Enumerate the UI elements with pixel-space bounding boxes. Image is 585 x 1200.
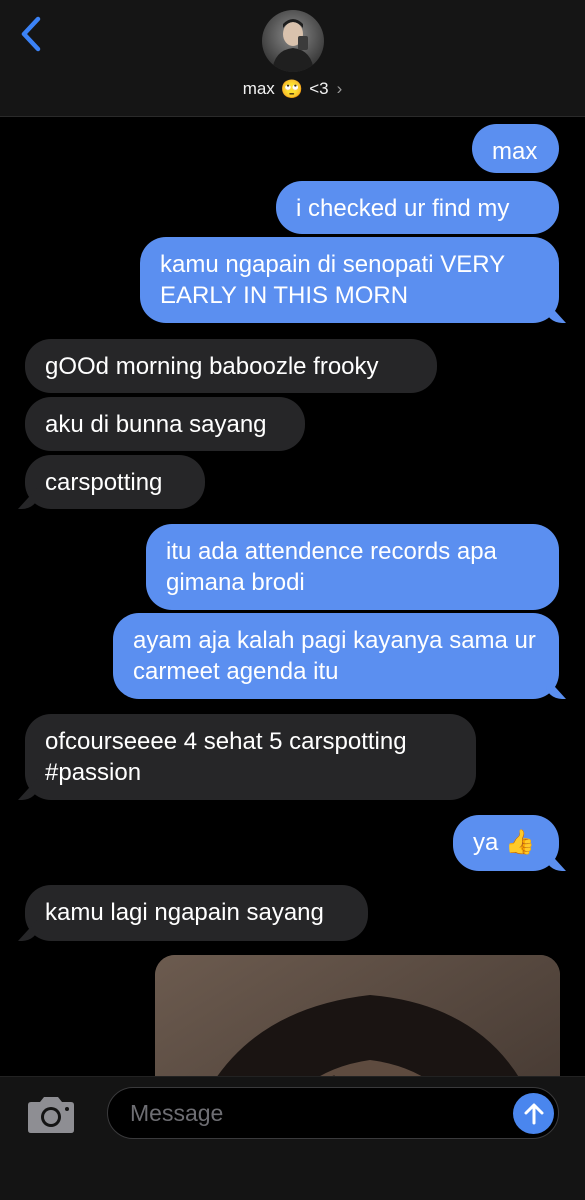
message-text: kamu ngapain di senopati VERY EARLY IN T…	[160, 251, 505, 309]
contact-name: max	[242, 79, 275, 98]
chevron-left-icon	[21, 16, 41, 52]
message-bubble-outgoing[interactable]: ya 👍	[453, 815, 559, 871]
message-bubble-outgoing[interactable]: kamu ngapain di senopati VERY EARLY IN T…	[140, 237, 559, 323]
message-text: ya 👍	[473, 829, 535, 856]
message-bubble-outgoing[interactable]: ayam aja kalah pagi kayanya sama ur carm…	[113, 613, 559, 699]
message-text: ofcourseeee 4 sehat 5 carspotting #passi…	[45, 728, 407, 786]
arrow-up-icon	[524, 1103, 543, 1124]
message-bubble-incoming[interactable]: ofcourseeee 4 sehat 5 carspotting #passi…	[25, 714, 476, 800]
back-button[interactable]	[16, 14, 46, 54]
contact-suffix: <3	[309, 79, 329, 98]
message-text: kamu lagi ngapain sayang	[45, 899, 324, 926]
message-input[interactable]: Message	[107, 1087, 559, 1139]
message-bubble-outgoing[interactable]: itu ada attendence records apa gimana br…	[146, 524, 559, 610]
message-bubble-incoming[interactable]: carspotting	[25, 455, 205, 509]
message-placeholder: Message	[130, 1099, 224, 1126]
contact-emoji: 🙄	[280, 78, 304, 99]
message-text: carspotting	[45, 469, 163, 496]
message-bubble-outgoing[interactable]: i checked ur find my	[276, 181, 559, 234]
camera-icon	[28, 1097, 74, 1133]
message-text: ayam aja kalah pagi kayanya sama ur carm…	[133, 627, 536, 685]
message-text: gOOd morning baboozle frooky	[45, 353, 379, 380]
message-text: i checked ur find my	[296, 195, 510, 222]
chevron-right-icon: ›	[336, 79, 343, 98]
message-bubble-outgoing[interactable]: max	[472, 124, 559, 173]
message-text: max	[492, 138, 538, 165]
message-input-bar: Message	[0, 1076, 585, 1200]
message-bubble-incoming[interactable]: gOOd morning baboozle frooky	[25, 339, 437, 393]
message-bubble-incoming[interactable]: kamu lagi ngapain sayang	[25, 885, 368, 941]
camera-button[interactable]	[24, 1095, 78, 1137]
send-button[interactable]	[513, 1093, 554, 1134]
message-text: aku di bunna sayang	[45, 411, 267, 438]
message-bubble-incoming[interactable]: aku di bunna sayang	[25, 397, 305, 451]
contact-details-link[interactable]: max 🙄 <3 ›	[0, 76, 585, 102]
conversation-header: max 🙄 <3 ›	[0, 0, 585, 117]
contact-photo	[262, 10, 324, 72]
message-text: itu ada attendence records apa gimana br…	[166, 538, 497, 596]
contact-avatar[interactable]	[262, 10, 324, 72]
